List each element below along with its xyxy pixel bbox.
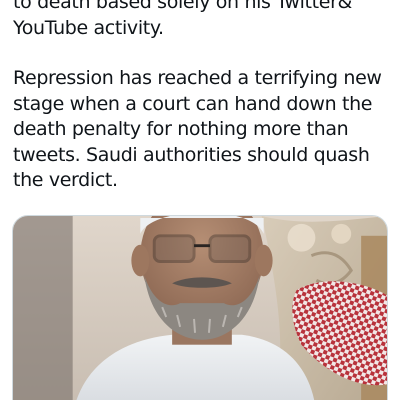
tweet-text-line: Repression has reached a terrifying new: [13, 67, 382, 89]
ear: [131, 244, 150, 277]
glasses-lens: [208, 234, 252, 264]
chair-ornament: [331, 223, 352, 244]
glasses-lens: [152, 234, 196, 264]
tweet-text-line: to death based solely on his Twitter&: [13, 0, 352, 13]
photo-illustration: [13, 216, 387, 400]
chair-ornament: [287, 223, 316, 252]
tweet-text-line: tweets. Saudi authorities should quash: [13, 143, 370, 166]
paragraph-break: [13, 41, 393, 66]
tweet-photo[interactable]: [12, 215, 388, 400]
photo-left-shadow: [13, 216, 73, 400]
tweet-card: to death based solely on his Twitter& Yo…: [0, 0, 400, 400]
tweet-text-line: YouTube activity.: [13, 16, 164, 39]
tweet-text-line: stage when a court can hand down the: [13, 92, 373, 115]
ear: [254, 244, 273, 277]
tweet-text-line: the verdict.: [13, 169, 118, 191]
tweet-text: to death based solely on his Twitter& Yo…: [13, 0, 393, 194]
tweet-text-line: death penalty for nothing more than: [13, 118, 349, 140]
